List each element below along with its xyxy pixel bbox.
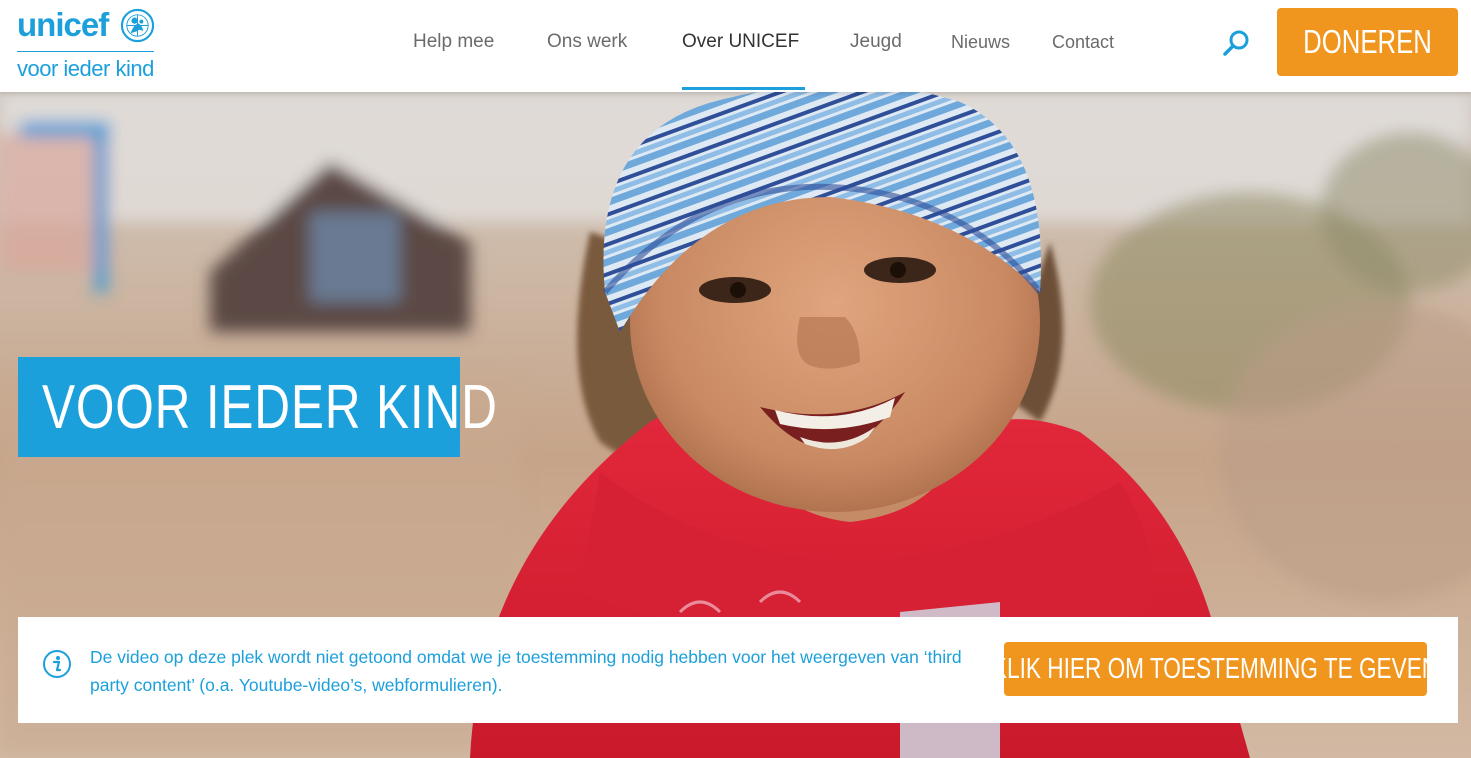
- info-icon: [43, 650, 71, 678]
- unicef-logo[interactable]: unicef voor ieder kind: [17, 6, 157, 82]
- unicef-emblem-icon: [120, 8, 155, 43]
- logo-wordmark: unicef: [17, 6, 109, 43]
- donate-button-label: DONEREN: [1303, 23, 1432, 60]
- site-header: unicef voor ieder kind Help mee Ons werk…: [0, 0, 1471, 92]
- nav-item-contact[interactable]: Contact: [1052, 30, 1114, 54]
- give-consent-button[interactable]: KLIK HIER OM TOESTEMMING TE GEVEN: [992, 642, 1439, 696]
- search-icon[interactable]: [1222, 28, 1252, 58]
- donate-button[interactable]: DONEREN: [1277, 8, 1458, 76]
- active-nav-indicator: [682, 87, 805, 90]
- consent-message: De video op deze plek wordt niet getoond…: [90, 647, 962, 695]
- logo-divider: [17, 51, 154, 52]
- nav-item-nieuws[interactable]: Nieuws: [951, 30, 1010, 54]
- video-consent-banner: De video op deze plek wordt niet getoond…: [18, 617, 1458, 723]
- hero-title-text: VOOR IEDER KIND: [42, 372, 498, 442]
- give-consent-button-label: KLIK HIER OM TOESTEMMING TE GEVEN: [992, 652, 1439, 685]
- nav-item-jeugd[interactable]: Jeugd: [850, 30, 902, 54]
- nav-item-ons-werk[interactable]: Ons werk: [547, 30, 627, 54]
- logo-tagline: voor ieder kind: [17, 56, 154, 81]
- nav-item-over-unicef[interactable]: Over UNICEF: [682, 30, 799, 54]
- nav-item-help-mee[interactable]: Help mee: [413, 30, 494, 54]
- hero-title: VOOR IEDER KIND: [18, 357, 497, 457]
